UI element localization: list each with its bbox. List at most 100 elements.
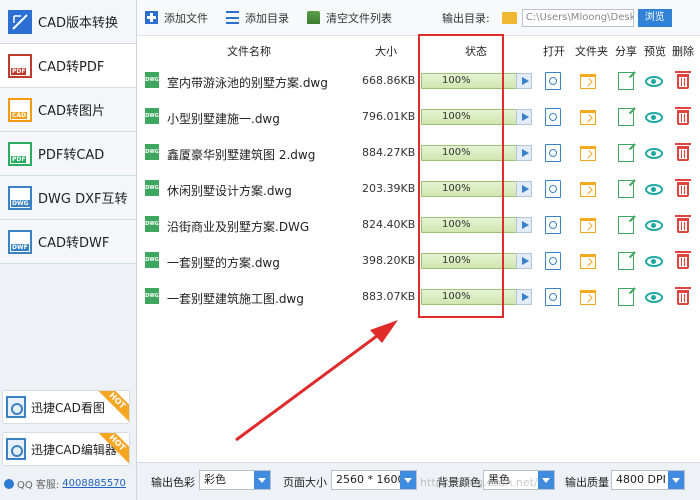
play-icon[interactable]: [516, 289, 532, 305]
delete-trash-icon[interactable]: [675, 287, 691, 305]
cad-viewer-icon: [6, 396, 26, 418]
preview-eye-icon[interactable]: [645, 76, 663, 87]
table-row[interactable]: DWG 小型别墅建施一.dwg 796.01KB 100%: [137, 100, 700, 136]
promo-label: 迅捷CAD编辑器: [31, 442, 117, 457]
preview-eye-icon[interactable]: [645, 184, 663, 195]
quality-select[interactable]: 4800 DPI: [611, 470, 685, 490]
delete-trash-icon[interactable]: [675, 107, 691, 125]
share-icon[interactable]: [618, 108, 634, 126]
folder-icon[interactable]: [501, 11, 517, 24]
open-folder-icon[interactable]: [580, 290, 596, 305]
preview-eye-icon[interactable]: [645, 292, 663, 303]
table-row[interactable]: DWG 一套别墅建筑施工图.dwg 883.07KB 100%: [137, 280, 700, 316]
add-file-button[interactable]: 添加文件: [145, 10, 208, 26]
preview-eye-icon[interactable]: [645, 220, 663, 231]
open-file-icon[interactable]: [545, 180, 561, 198]
table-row[interactable]: DWG 鑫厦豪华别墅建筑图 2.dwg 884.27KB 100%: [137, 136, 700, 172]
share-icon[interactable]: [618, 288, 634, 306]
preview-eye-icon[interactable]: [645, 256, 663, 267]
file-name: 一套别墅建筑施工图.dwg: [167, 292, 304, 306]
delete-trash-icon[interactable]: [675, 71, 691, 89]
delete-trash-icon[interactable]: [675, 179, 691, 197]
share-icon[interactable]: [618, 216, 634, 234]
sidebar-item-cad-image[interactable]: CAD CAD转图片: [0, 88, 136, 132]
sidebar-item-cad-version[interactable]: CAD版本转换: [0, 0, 136, 44]
qq-number-link[interactable]: 4008885570: [62, 478, 126, 489]
open-file-icon[interactable]: [545, 72, 561, 90]
share-icon[interactable]: [618, 252, 634, 270]
promo-cad-editor[interactable]: 迅捷CAD编辑器 HOT: [2, 432, 130, 466]
table-row[interactable]: DWG 室内带游泳池的别墅方案.dwg 668.86KB 100%: [137, 64, 700, 100]
play-icon[interactable]: [516, 109, 532, 125]
table-row[interactable]: DWG 休闲别墅设计方案.dwg 203.39KB 100%: [137, 172, 700, 208]
progress-text: 100%: [442, 255, 471, 266]
sidebar-item-label: PDF转CAD: [38, 148, 105, 163]
sidebar-item-cad-pdf[interactable]: PDF CAD转PDF: [0, 44, 136, 88]
open-folder-icon[interactable]: [580, 218, 596, 233]
bottom-settings-bar: 输出色彩 彩色 页面大小 2560 * 1600 背景颜色 黑色 输出质量 48…: [137, 462, 700, 500]
list-icon: [226, 11, 239, 24]
cad-image-icon: CAD: [8, 97, 32, 122]
file-name: 休闲别墅设计方案.dwg: [167, 184, 292, 198]
open-file-icon[interactable]: [545, 252, 561, 270]
pdf-cad-icon: PDF: [8, 141, 32, 166]
play-icon[interactable]: [516, 217, 532, 233]
header-open: 打开: [543, 45, 565, 58]
browse-button[interactable]: 浏览: [637, 8, 672, 27]
header-share: 分享: [615, 45, 637, 58]
delete-trash-icon[interactable]: [675, 143, 691, 161]
open-folder-icon[interactable]: [580, 182, 596, 197]
progress-text: 100%: [442, 147, 471, 158]
quality-label: 输出质量: [565, 476, 609, 489]
output-dir-input[interactable]: C:\Users\Mloong\Desktop: [521, 8, 634, 27]
file-size: 796.01KB: [362, 110, 416, 123]
share-icon[interactable]: [618, 72, 634, 90]
table-header: 文件名称 大小 状态 打开 文件夹 分享 预览 删除: [137, 36, 700, 64]
table-row[interactable]: DWG 沿街商业及别墅方案.DWG 824.40KB 100%: [137, 208, 700, 244]
dwg-dxf-icon: DWG: [8, 185, 32, 210]
preview-eye-icon[interactable]: [645, 148, 663, 159]
share-icon[interactable]: [618, 180, 634, 198]
delete-trash-icon[interactable]: [675, 215, 691, 233]
open-file-icon[interactable]: [545, 288, 561, 306]
open-file-icon[interactable]: [545, 144, 561, 162]
sidebar-item-label: DWG DXF互转: [38, 192, 128, 207]
color-label: 输出色彩: [151, 476, 195, 489]
open-file-icon[interactable]: [545, 108, 561, 126]
play-icon[interactable]: [516, 181, 532, 197]
qq-icon: [4, 478, 14, 489]
play-icon[interactable]: [516, 253, 532, 269]
plus-icon: [145, 11, 158, 24]
clear-list-button[interactable]: 清空文件列表: [307, 10, 392, 26]
open-folder-icon[interactable]: [580, 110, 596, 125]
preview-eye-icon[interactable]: [645, 112, 663, 123]
sidebar-item-label: CAD转图片: [38, 104, 105, 119]
cad-editor-icon: [6, 438, 26, 460]
progress-text: 100%: [442, 219, 471, 230]
share-icon[interactable]: [618, 144, 634, 162]
page-size-select[interactable]: 2560 * 1600: [331, 470, 417, 490]
open-folder-icon[interactable]: [580, 146, 596, 161]
color-select[interactable]: 彩色: [199, 470, 271, 490]
open-file-icon[interactable]: [545, 216, 561, 234]
bg-color-select[interactable]: 黑色: [483, 470, 555, 490]
open-folder-icon[interactable]: [580, 254, 596, 269]
sidebar-item-pdf-cad[interactable]: PDF PDF转CAD: [0, 132, 136, 176]
bg-color-value: 黑色: [488, 473, 510, 486]
promo-cad-viewer[interactable]: 迅捷CAD看图 HOT: [2, 390, 130, 424]
file-size: 398.20KB: [362, 254, 416, 267]
sidebar-item-dwg-dxf[interactable]: DWG DWG DXF互转: [0, 176, 136, 220]
broom-icon: [307, 11, 320, 24]
open-folder-icon[interactable]: [580, 74, 596, 89]
file-name: 小型别墅建施一.dwg: [167, 112, 280, 126]
add-dir-button[interactable]: 添加目录: [226, 10, 289, 26]
delete-trash-icon[interactable]: [675, 251, 691, 269]
play-icon[interactable]: [516, 73, 532, 89]
sidebar: CAD版本转换 PDF CAD转PDF CAD CAD转图片 PDF PDF转C…: [0, 0, 137, 500]
sidebar-item-cad-dwf[interactable]: DWF CAD转DWF: [0, 220, 136, 264]
quality-value: 4800 DPI: [616, 473, 666, 486]
play-icon[interactable]: [516, 145, 532, 161]
cad-version-icon: [8, 9, 32, 34]
header-size: 大小: [375, 45, 397, 58]
table-row[interactable]: DWG 一套别墅的方案.dwg 398.20KB 100%: [137, 244, 700, 280]
